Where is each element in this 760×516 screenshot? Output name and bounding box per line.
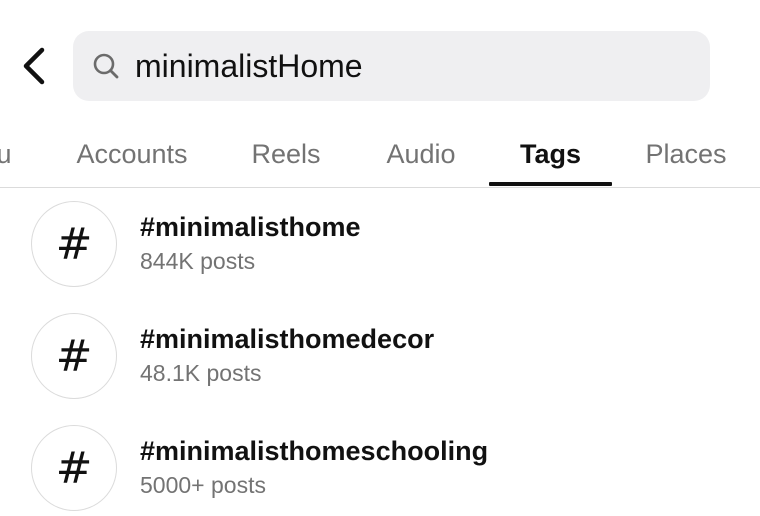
- hashtag-icon: #: [31, 425, 117, 511]
- list-item[interactable]: # #minimalisthomedecor 48.1K posts: [0, 300, 760, 412]
- search-bar[interactable]: [73, 31, 710, 101]
- list-item[interactable]: # #minimalisthome 844K posts: [0, 188, 760, 300]
- hashtag-icon: #: [31, 313, 117, 399]
- search-icon: [91, 51, 121, 81]
- tab-places[interactable]: Places: [632, 120, 740, 188]
- tag-name: #minimalisthomedecor: [140, 324, 435, 354]
- active-tab-indicator: [489, 182, 612, 186]
- tag-name: #minimalisthome: [140, 212, 361, 242]
- search-header: [0, 0, 760, 120]
- tag-name: #minimalisthomeschooling: [140, 436, 489, 466]
- tab-audio[interactable]: Audio: [372, 120, 470, 188]
- tab-accounts[interactable]: Accounts: [60, 120, 204, 188]
- back-button[interactable]: [14, 44, 54, 88]
- post-count: 844K posts: [140, 248, 256, 274]
- tab-tags[interactable]: Tags: [489, 120, 612, 188]
- hashtag-icon: #: [31, 201, 117, 287]
- search-input[interactable]: [135, 47, 695, 85]
- tab-reels[interactable]: Reels: [240, 120, 332, 188]
- list-item[interactable]: # #minimalisthomeschooling 5000+ posts: [0, 412, 760, 516]
- search-tabs: u Accounts Reels Audio Tags Places: [0, 120, 760, 188]
- tab-partial[interactable]: u: [0, 120, 16, 188]
- post-count: 5000+ posts: [140, 472, 266, 498]
- post-count: 48.1K posts: [140, 360, 262, 386]
- chevron-left-icon: [23, 47, 45, 85]
